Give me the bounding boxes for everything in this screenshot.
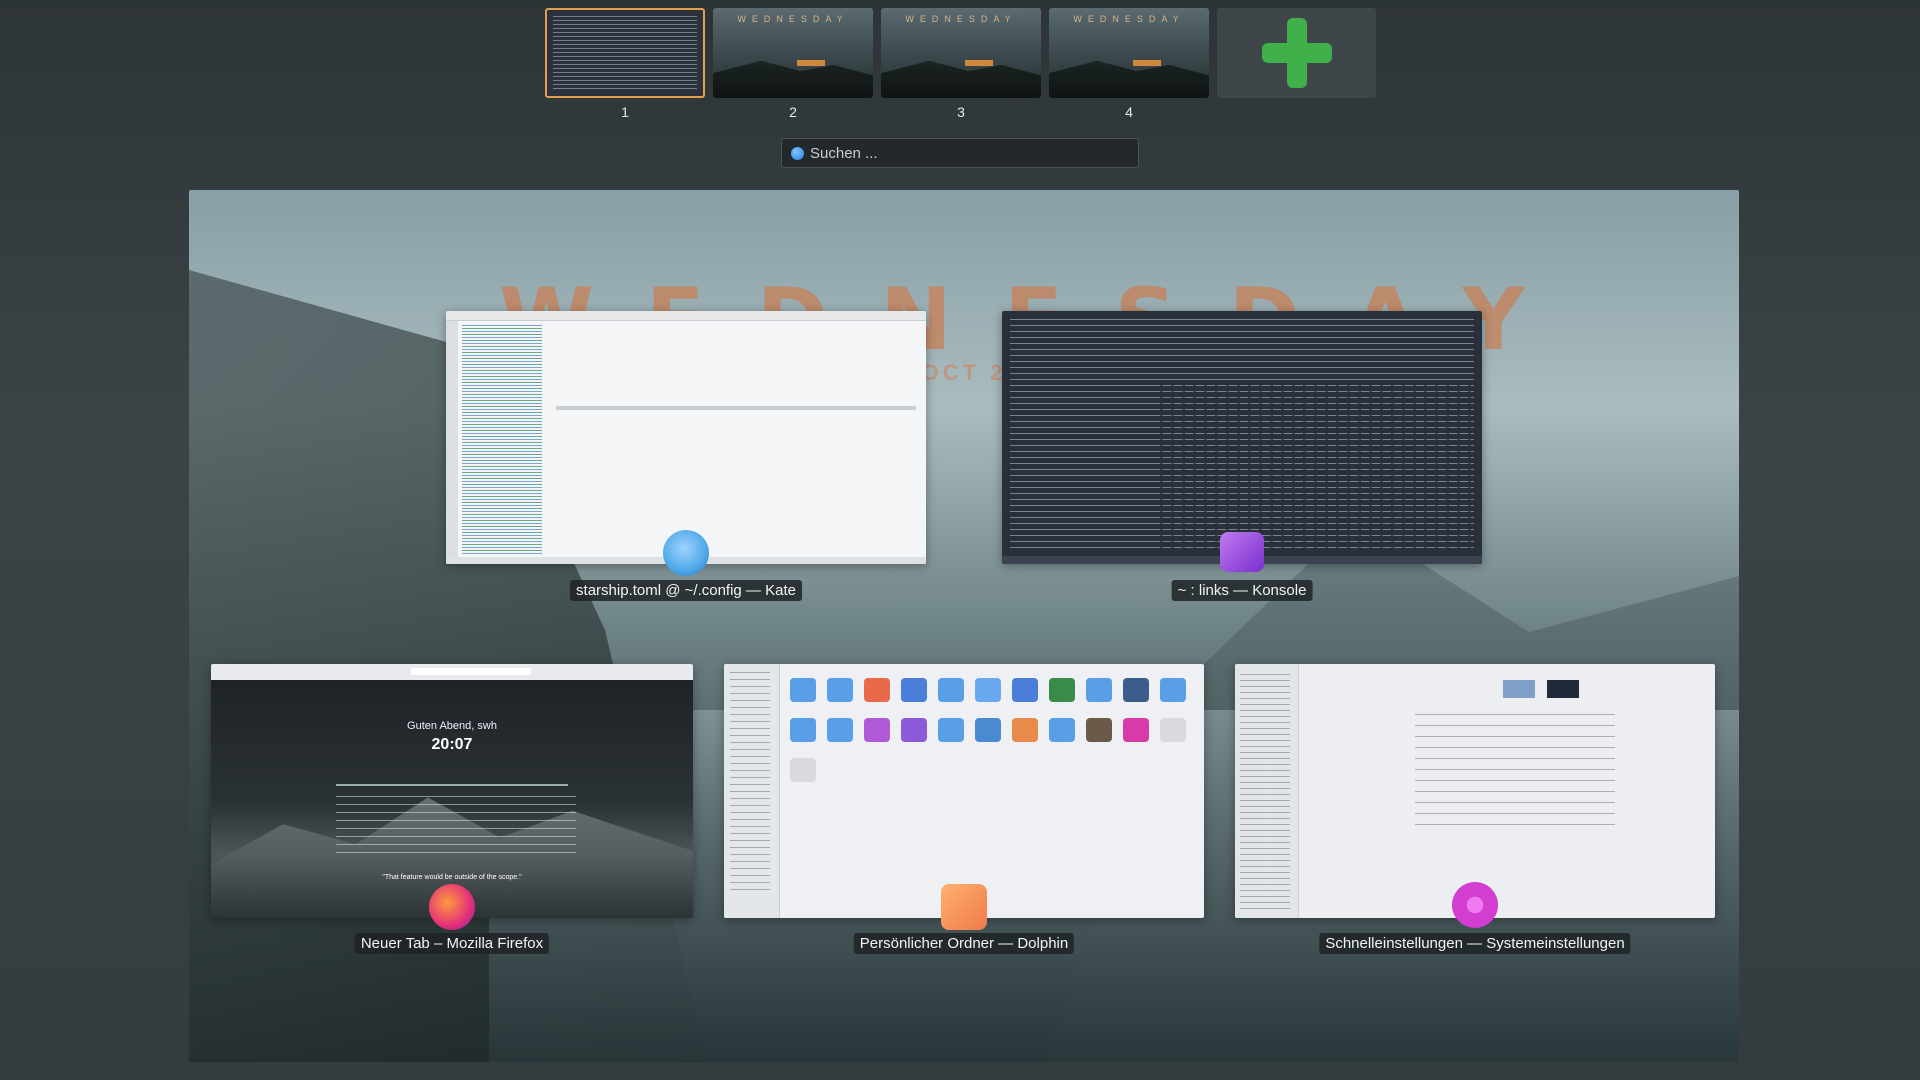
window-title-firefox[interactable]: Neuer Tab – Mozilla Firefox — [354, 933, 550, 954]
firefox-url-bar — [411, 668, 531, 675]
konsole-column-preview — [1152, 381, 1472, 551]
folder-icon — [827, 678, 853, 702]
folder-icon — [790, 718, 816, 742]
kate-app-icon — [663, 530, 709, 576]
firefox-toolbar — [211, 664, 693, 680]
wallpaper-mini-house — [797, 60, 825, 66]
firefox-divider — [336, 784, 568, 786]
search-input[interactable] — [810, 139, 1130, 167]
settings-gear-icon — [1452, 882, 1498, 928]
wallpaper-mini-title: WEDNESDAY — [1073, 14, 1185, 24]
firefox-quote: "That feature would be outside of the sc… — [382, 874, 522, 881]
window-konsole[interactable] — [1002, 311, 1482, 564]
folder-icon — [975, 718, 1001, 742]
window-dolphin[interactable] — [724, 664, 1204, 918]
desktop-thumbnail-1[interactable] — [545, 8, 705, 98]
pictures-folder-icon — [864, 678, 890, 702]
folder-icon — [1123, 718, 1149, 742]
file-icon — [1160, 718, 1186, 742]
desktop-thumbnail-3[interactable]: WEDNESDAY — [881, 8, 1041, 98]
folder-icon — [901, 678, 927, 702]
folder-icon — [790, 678, 816, 702]
dolphin-places-list — [730, 672, 770, 892]
window-title-dolphin[interactable]: Persönlicher Ordner — Dolphin — [853, 933, 1075, 954]
theme-thumbnail-light — [1503, 680, 1535, 698]
desktop-overview: WEDNESDAY 16 OCT 20 — [189, 190, 1739, 1062]
konsole-app-icon — [1220, 532, 1264, 572]
firefox-greeting: Guten Abend, swh — [407, 720, 497, 732]
kate-toolbar — [446, 311, 926, 321]
wallpaper-mini-landscape — [713, 60, 873, 98]
folder-icon — [1012, 678, 1038, 702]
music-folder-icon — [864, 718, 890, 742]
folder-icon — [1086, 678, 1112, 702]
dolphin-app-icon — [941, 884, 987, 930]
window-kate[interactable] — [446, 311, 926, 564]
search-icon — [791, 147, 804, 160]
documents-folder-icon — [975, 678, 1001, 702]
kate-line-gutter — [446, 321, 458, 561]
folder-icon — [938, 678, 964, 702]
folder-icon — [1049, 678, 1075, 702]
wallpaper-mini-house — [965, 60, 993, 66]
folder-icon — [1086, 718, 1112, 742]
folder-icon — [1160, 678, 1186, 702]
window-firefox[interactable]: Guten Abend, swh 20:07 "That feature wou… — [211, 664, 693, 918]
desktop-thumbnail-2[interactable]: WEDNESDAY — [713, 8, 873, 98]
desktop-thumbnail-4[interactable]: WEDNESDAY — [1049, 8, 1209, 98]
firefox-clock: 20:07 — [431, 736, 473, 753]
firefox-app-icon — [429, 884, 475, 930]
desktop-number-3: 3 — [957, 104, 965, 120]
window-title-kate[interactable]: starship.toml @ ~/.config — Kate — [570, 580, 802, 601]
user-folder-icon — [901, 718, 927, 742]
plus-icon-bar — [1262, 43, 1332, 63]
folder-icon — [1049, 718, 1075, 742]
add-desktop-button[interactable] — [1217, 8, 1376, 98]
settings-sidebar — [1235, 664, 1299, 918]
wallpaper-mini-house — [1133, 60, 1161, 66]
wallpaper-mini-title: WEDNESDAY — [737, 14, 849, 24]
settings-form-preview — [1415, 714, 1615, 834]
folder-icon — [827, 718, 853, 742]
window-title-systemsettings[interactable]: Schnelleinstellungen — Systemeinstellung… — [1319, 933, 1631, 954]
virtual-desktop-bar: 1 WEDNESDAY 2 WEDNESDAY 3 WEDNESDAY 4 — [0, 0, 1920, 130]
dolphin-places-panel — [724, 664, 780, 918]
wallpaper-mini-landscape — [1049, 60, 1209, 98]
desktop-number-2: 2 — [789, 104, 797, 120]
wallpaper-mini-title: WEDNESDAY — [905, 14, 1017, 24]
kate-split-divider — [556, 406, 916, 410]
terminal-preview — [553, 16, 697, 90]
firefox-shortcut-list — [336, 796, 576, 858]
dolphin-folder-grid — [790, 678, 1194, 788]
file-icon — [790, 758, 816, 782]
kate-code-preview — [462, 325, 542, 555]
desktop-number-1: 1 — [621, 104, 629, 120]
folder-icon — [1123, 678, 1149, 702]
theme-thumbnail-dark — [1547, 680, 1579, 698]
folder-icon — [938, 718, 964, 742]
folder-icon — [1012, 718, 1038, 742]
search-box[interactable] — [781, 138, 1139, 168]
desktop-number-4: 4 — [1125, 104, 1133, 120]
window-title-konsole[interactable]: ~ : links — Konsole — [1171, 580, 1313, 601]
window-systemsettings[interactable] — [1235, 664, 1715, 918]
wallpaper-mini-landscape — [881, 60, 1041, 98]
settings-category-list — [1240, 674, 1290, 909]
